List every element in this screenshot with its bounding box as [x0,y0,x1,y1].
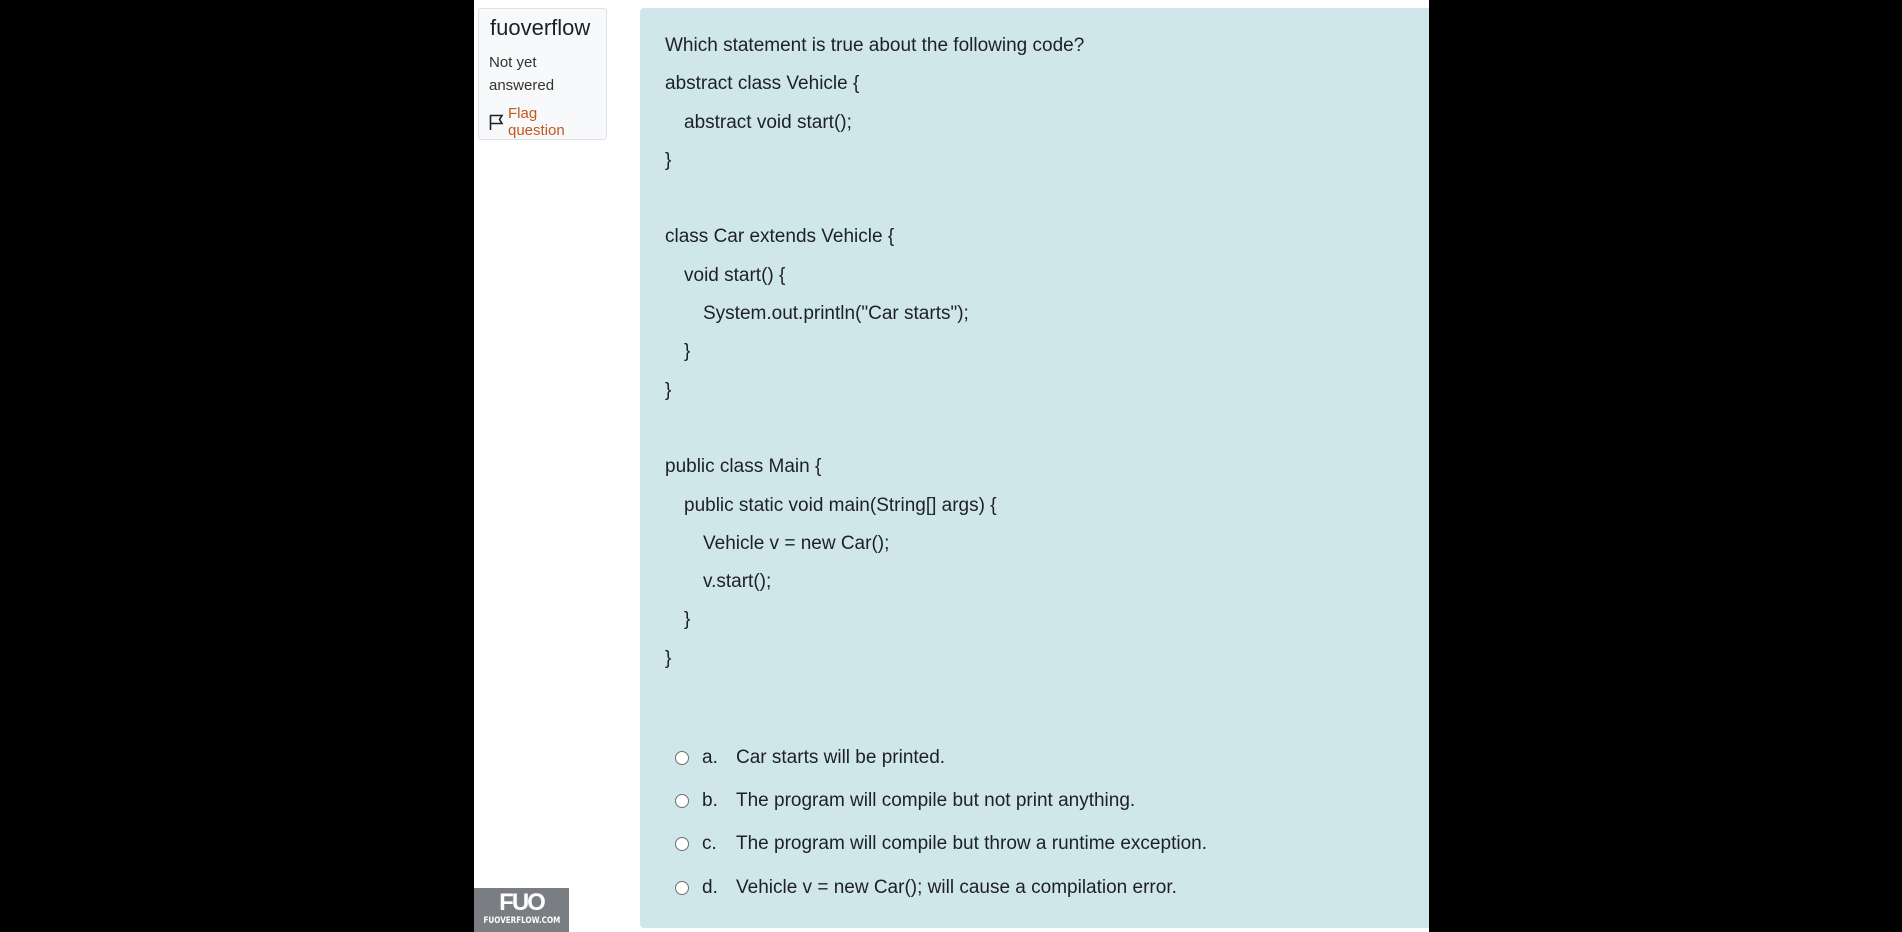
answer-text: Vehicle v = new Car(); will cause a comp… [736,876,1177,898]
flag-question-link[interactable]: Flag question [488,105,597,139]
quiz-page: fuoverflow Not yet answered Flag questio… [474,0,1429,932]
question-prompt: Which statement is true about the follow… [665,35,1085,56]
code-line: Vehicle v = new Car(); [703,532,890,554]
answer-letter: d. [702,876,718,898]
question-info-panel: fuoverflow Not yet answered Flag questio… [478,8,607,140]
code-line: void start() { [684,264,786,286]
answer-options: a. Car starts will be printed. b. The pr… [675,736,1207,909]
answer-option-b[interactable]: b. The program will compile but not prin… [675,779,1207,822]
answer-letter: b. [702,789,718,811]
code-line: } [665,647,672,669]
code-line: } [684,341,691,363]
answer-option-a[interactable]: a. Car starts will be printed. [675,736,1207,779]
fuoverflow-watermark: FUO FUOVERFLOW.COM [474,888,569,932]
question-text: Which statement is true about the follow… [665,28,1405,679]
answer-text: The program will compile but not print a… [736,789,1136,811]
question-state: Not yet answered [489,54,555,94]
radio-button-a[interactable] [675,750,689,765]
flag-question-label: Flag question [508,105,565,139]
question-content: Which statement is true about the follow… [640,8,1429,928]
answer-option-d[interactable]: d. Vehicle v = new Car(); will cause a c… [675,866,1207,909]
question-name: fuoverflow [490,15,591,40]
answer-text: Car starts will be printed. [736,746,946,768]
flag-icon [488,114,505,131]
code-line: } [684,609,691,631]
code-line: } [665,379,672,401]
answer-letter: a. [702,746,718,768]
watermark-logo: FUO [499,889,546,916]
code-line: abstract class Vehicle { [665,73,860,95]
code-line: System.out.println("Car starts"); [703,303,969,325]
answer-option-c[interactable]: c. The program will compile but throw a … [675,823,1207,866]
code-line: public class Main { [665,456,822,478]
answer-text: The program will compile but throw a run… [736,833,1207,855]
code-line: class Car extends Vehicle { [665,226,895,248]
answer-letter: c. [702,833,717,855]
radio-button-c[interactable] [675,837,689,852]
code-line: public static void main(String[] args) { [684,494,997,516]
code-line: } [665,149,672,171]
radio-button-b[interactable] [675,793,689,808]
code-line: v.start(); [703,571,772,593]
watermark-url: FUOVERFLOW.COM [483,916,561,926]
code-line: abstract void start(); [684,111,852,133]
radio-button-d[interactable] [675,880,689,895]
